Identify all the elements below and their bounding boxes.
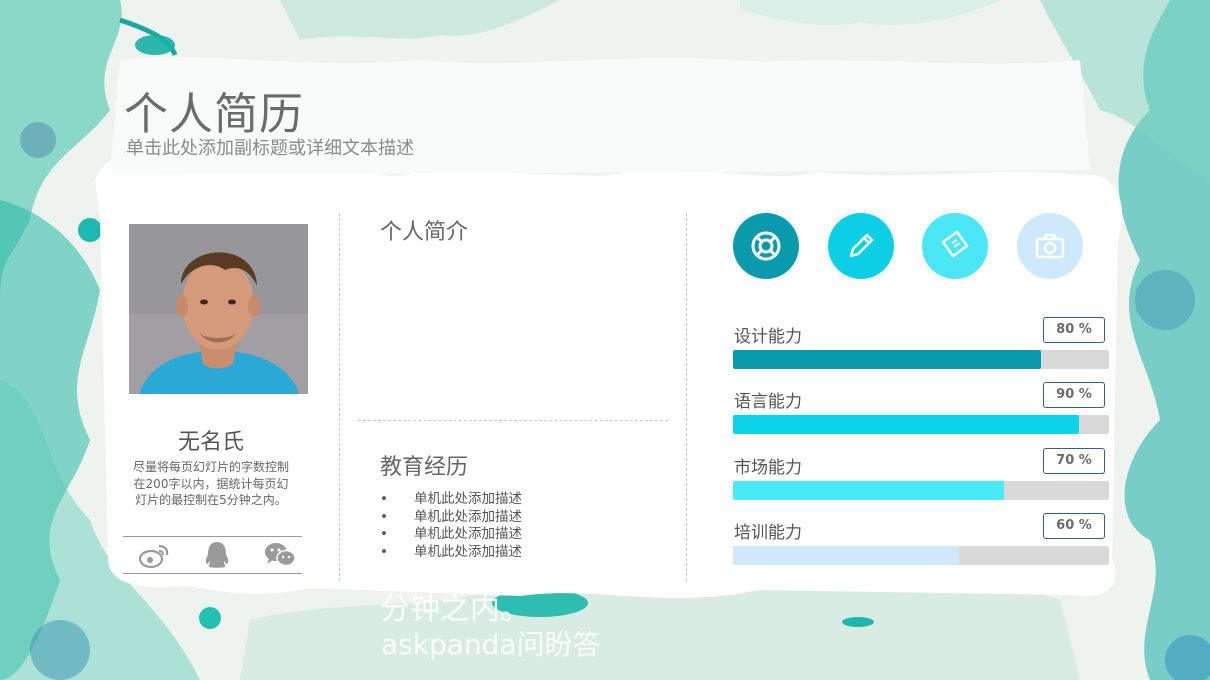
skill-percent-badge: 70 % [1043, 448, 1105, 474]
skill-progress-track [733, 546, 1109, 565]
qq-icon[interactable] [200, 540, 234, 570]
page-title: 个人简历 [124, 89, 304, 140]
skill-percent-badge: 80 % [1043, 317, 1105, 343]
avatar [129, 224, 308, 394]
skill-language: 语言能力 90 % [733, 382, 1109, 443]
column-divider [339, 213, 340, 581]
list-item: 单机此处添加描述 [380, 491, 522, 509]
education-heading: 教育经历 [380, 455, 469, 480]
education-list: 单机此处添加描述 单机此处添加描述 单机此处添加描述 单机此处添加描述 [380, 491, 522, 561]
skill-progress-fill [733, 415, 1079, 434]
camera-icon [1016, 213, 1083, 279]
skill-percent-badge: 60 % [1043, 513, 1105, 539]
skill-progress-track [733, 350, 1109, 369]
skill-training: 培训能力 60 % [733, 513, 1109, 574]
skill-percent-badge: 90 % [1043, 382, 1105, 408]
skill-label: 语言能力 [734, 392, 802, 412]
weibo-icon[interactable] [137, 540, 171, 570]
profile-description: 尽量将每页幻灯片的字数控制在200字以内，据统计每页幻灯片的最控制在5分钟之内。 [132, 460, 289, 507]
skill-progress-fill [733, 350, 1042, 369]
list-item: 单机此处添加描述 [380, 509, 522, 527]
list-item: 单机此处添加描述 [380, 526, 522, 544]
intro-heading: 个人简介 [380, 220, 469, 245]
divider [123, 573, 302, 574]
divider [123, 536, 302, 537]
page-subtitle: 单击此处添加副标题或详细文本描述 [126, 138, 414, 159]
ticket-icon [922, 213, 989, 279]
skill-design: 设计能力 80 % [733, 317, 1109, 378]
skill-label: 培训能力 [734, 523, 802, 543]
skill-icons [733, 213, 1083, 279]
watermark-text: askpanda问盼答 [381, 628, 601, 661]
profile-name: 无名氏 [177, 430, 244, 455]
skill-progress-track [733, 415, 1109, 434]
wechat-icon[interactable] [263, 540, 297, 570]
skill-progress-fill [733, 546, 959, 565]
section-divider [358, 420, 668, 421]
skill-label: 市场能力 [734, 458, 802, 478]
column-divider [686, 213, 687, 581]
pencil-icon [827, 213, 894, 279]
list-item: 单机此处添加描述 [380, 544, 522, 562]
skill-progress-fill [733, 481, 1004, 500]
social-icons [137, 539, 297, 571]
profile-photo [129, 224, 308, 394]
skill-marketing: 市场能力 70 % [733, 448, 1109, 509]
skill-label: 设计能力 [734, 327, 802, 347]
lifebuoy-icon [733, 213, 799, 279]
skill-progress-track [733, 481, 1109, 500]
